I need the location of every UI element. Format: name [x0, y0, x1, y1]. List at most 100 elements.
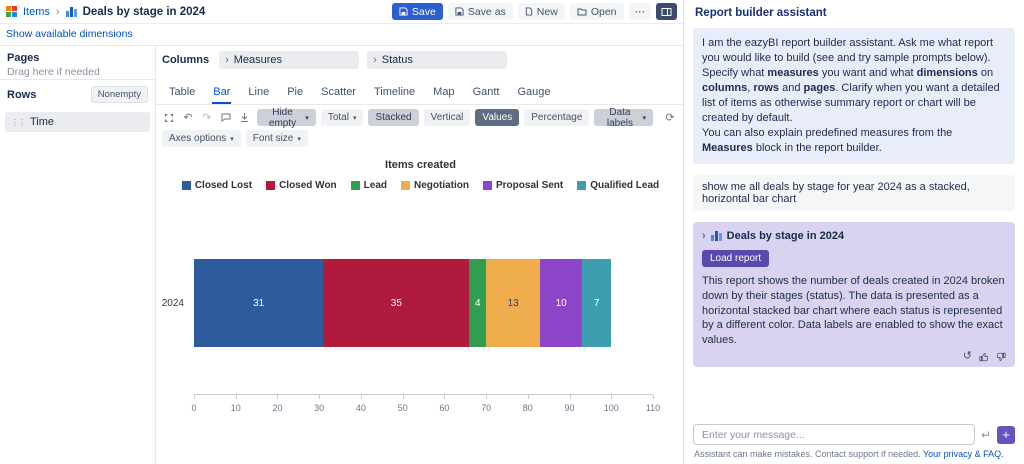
rows-label: Rows	[7, 88, 37, 101]
x-axis-tick-label: 90	[564, 403, 575, 413]
plot-area: 31 35 4 13 10 7 0 10 20 30 40 50 60 70 80 90 100 110	[191, 203, 660, 421]
enter-key-icon[interactable]: ↵	[981, 428, 991, 442]
retry-icon[interactable]: ↺	[963, 351, 972, 362]
chart-plot: 2024 31 35 4 13 10 7 0 10 20 30 40 50 60 70 80 90 100 11…	[162, 203, 679, 421]
bar-segment[interactable]: 4	[469, 259, 487, 347]
refresh-icon[interactable]: ⟳	[663, 110, 677, 126]
tab-timeline[interactable]: Timeline	[373, 84, 416, 104]
assistant-input-row: ↵ +	[684, 419, 1024, 448]
bar-segment[interactable]: 7	[582, 259, 612, 347]
legend-item[interactable]: Negotiation	[401, 180, 469, 191]
chevron-down-icon: ▾	[305, 114, 309, 122]
thumbs-down-icon[interactable]	[996, 352, 1006, 362]
x-axis-tick-label: 20	[272, 403, 283, 413]
save-button[interactable]: Save	[391, 3, 443, 20]
redo-icon[interactable]: ↷	[200, 110, 214, 126]
legend-item[interactable]: Closed Lost	[181, 180, 252, 191]
data-label: 7	[593, 297, 600, 309]
dimension-label: Time	[30, 116, 55, 128]
report-card-header[interactable]: › Deals by stage in 2024	[702, 230, 1006, 242]
chart-toolbar: ↶ ↷ Hide empty ▾ Total ▾ Stacked Vertical …	[156, 105, 683, 129]
columns-section: Columns › Measures › Status	[156, 46, 683, 80]
load-report-button[interactable]: Load report	[702, 249, 770, 267]
new-button-label: New	[536, 5, 558, 18]
data-labels-button[interactable]: Data labels ▾	[594, 107, 654, 129]
bar-segment[interactable]: 10	[540, 259, 583, 347]
eazybi-logo-icon[interactable]	[6, 6, 17, 17]
save-as-icon	[455, 7, 464, 16]
legend-label: Qualified Lead	[590, 180, 660, 191]
export-icon[interactable]	[238, 110, 252, 126]
legend-item[interactable]: Lead	[350, 180, 387, 191]
nonempty-button[interactable]: Nonempty	[90, 86, 148, 103]
user-message: show me all deals by stage for year 2024…	[693, 174, 1015, 211]
more-actions-button[interactable]: ⋯	[628, 3, 651, 20]
percentage-toggle[interactable]: Percentage	[524, 109, 590, 126]
bar-segment[interactable]: 35	[323, 259, 470, 347]
tab-gantt[interactable]: Gantt	[472, 84, 501, 104]
stacked-toggle[interactable]: Stacked	[368, 109, 419, 126]
legend-label: Negotiation	[414, 180, 469, 191]
hide-empty-button[interactable]: Hide empty ▾	[256, 107, 316, 129]
pages-label: Pages	[7, 52, 40, 64]
font-size-button[interactable]: Font size ▾	[245, 130, 308, 147]
assistant-footer: Assistant can make mistakes. Contact sup…	[684, 448, 1024, 464]
data-label: 4	[474, 297, 481, 309]
chart-title: Items created	[385, 159, 456, 171]
bar-segment[interactable]: 31	[194, 259, 324, 347]
tab-pie[interactable]: Pie	[286, 84, 304, 104]
breadcrumb-items-link[interactable]: Items	[23, 6, 50, 18]
chevron-down-icon: ▾	[352, 114, 357, 122]
chart-area: Items created Closed Lost Closed Won Lead N…	[156, 151, 683, 464]
x-axis-line	[194, 394, 653, 395]
tab-gauge[interactable]: Gauge	[516, 84, 551, 104]
privacy-faq-link[interactable]: Your privacy & FAQ.	[923, 449, 1004, 459]
save-as-button[interactable]: Save as	[447, 3, 513, 20]
assistant-title: Report builder assistant	[695, 7, 827, 19]
columns-chips: › Measures › Status	[219, 51, 508, 69]
assistant-toggle-button[interactable]	[656, 3, 677, 20]
columns-chip-measures[interactable]: › Measures	[219, 51, 360, 69]
tab-scatter[interactable]: Scatter	[320, 84, 357, 104]
legend-item[interactable]: Proposal Sent	[483, 180, 563, 191]
comment-icon[interactable]	[219, 110, 233, 126]
legend-item[interactable]: Closed Won	[266, 180, 337, 191]
subbar: Show available dimensions	[0, 24, 683, 46]
total-label: Total	[327, 112, 349, 123]
pages-section[interactable]: Pages Drag here if needed	[0, 46, 155, 80]
values-toggle[interactable]: Values	[475, 109, 520, 126]
expand-icon[interactable]	[162, 110, 176, 126]
thumbs-up-icon[interactable]	[979, 352, 989, 362]
assistant-panel-icon	[661, 7, 672, 17]
axes-options-label: Axes options	[169, 133, 227, 144]
font-size-label: Font size	[252, 133, 294, 144]
show-dimensions-link[interactable]: Show available dimensions	[6, 28, 133, 40]
open-button[interactable]: Open	[569, 3, 624, 20]
legend-item[interactable]: Qualified Lead	[577, 180, 659, 191]
chevron-right-icon: ›	[225, 54, 229, 66]
rows-dimension-time[interactable]: ⋮⋮ Time	[5, 112, 150, 132]
message-input[interactable]	[702, 428, 966, 441]
axes-options-button[interactable]: Axes options ▾	[162, 130, 241, 147]
open-folder-icon	[577, 8, 587, 16]
legend-swatch	[401, 181, 410, 190]
total-button[interactable]: Total ▾	[320, 109, 364, 126]
tab-map[interactable]: Map	[432, 84, 455, 104]
chart-legend: Closed Lost Closed Won Lead Negotiation Prop…	[162, 180, 679, 191]
new-conversation-button[interactable]: +	[997, 425, 1015, 444]
undo-icon[interactable]: ↶	[181, 110, 195, 126]
x-axis-tick	[653, 395, 654, 399]
legend-swatch	[350, 181, 360, 190]
tab-line[interactable]: Line	[247, 84, 270, 104]
tab-bar[interactable]: Bar	[212, 84, 232, 104]
legend-swatch	[483, 181, 492, 190]
new-button[interactable]: New	[517, 3, 565, 20]
x-axis-tick	[277, 395, 279, 399]
columns-chip-status[interactable]: › Status	[367, 51, 508, 69]
bar-segment[interactable]: 13	[486, 259, 541, 347]
x-axis-tick	[569, 395, 571, 399]
message-input-wrapper	[693, 424, 975, 445]
tab-table[interactable]: Table	[168, 84, 196, 104]
save-as-button-label: Save as	[467, 5, 506, 18]
vertical-toggle[interactable]: Vertical	[423, 109, 471, 126]
